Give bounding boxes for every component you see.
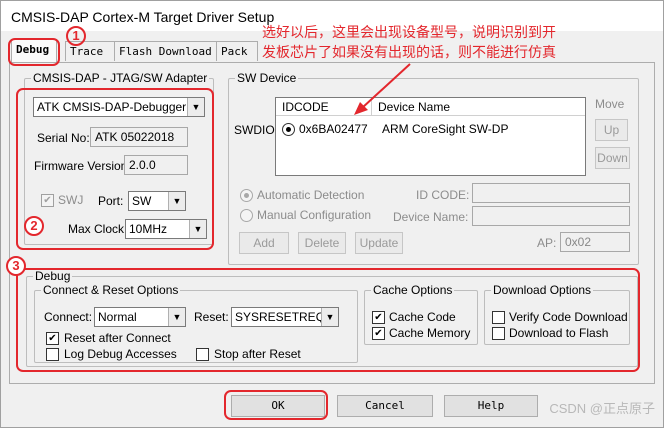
annotation-marker-2: 2 [24,216,44,236]
device-name-field[interactable] [472,206,630,226]
auto-detection-radio[interactable] [240,189,253,202]
move-label: Move [595,97,625,111]
csdn-watermark: CSDN @正点原子 [549,401,655,416]
manual-config-label: Manual Configuration [257,208,372,222]
move-down-button[interactable]: Down [595,147,630,169]
device-name-label: Device Name: [393,210,469,224]
annotation-box-adapter [16,88,214,250]
device-row-radio[interactable] [282,123,295,136]
annotation-box-debug [16,268,640,372]
auto-detection-label: Automatic Detection [257,188,365,202]
ap-field[interactable]: 0x02 [560,232,630,252]
annotation-note-line1: 选好以后，这里会出现设备型号，说明识别到开 [262,25,556,41]
sw-device-group-title: SW Device [237,71,297,85]
move-up-button[interactable]: Up [595,119,628,141]
cancel-button[interactable]: Cancel [337,395,433,417]
tab-pack[interactable]: Pack [216,41,258,61]
swdio-label: SWDIO [234,123,275,137]
delete-button[interactable]: Delete [298,232,346,254]
annotation-marker-3: 3 [6,256,26,276]
adapter-group-title: CMSIS-DAP - JTAG/SW Adapter [33,71,208,85]
id-code-field[interactable] [472,183,630,203]
annotation-marker-1: 1 [66,26,86,46]
device-row-idcode: 0x6BA02477 [299,122,368,136]
device-row-name: ARM CoreSight SW-DP [382,122,509,136]
manual-config-radio[interactable] [240,209,253,222]
annotation-box-tab [8,38,60,66]
add-button[interactable]: Add [239,232,289,254]
tab-flash-download[interactable]: Flash Download [114,41,217,61]
id-code-label: ID CODE: [416,188,470,202]
annotation-arrow-icon [354,63,411,115]
ap-label: AP: [537,236,557,250]
help-button[interactable]: Help [444,395,538,417]
update-button[interactable]: Update [355,232,403,254]
annotation-box-ok [224,390,328,420]
device-list[interactable]: IDCODE Device Name 0x6BA02477 ARM CoreSi… [275,97,586,176]
